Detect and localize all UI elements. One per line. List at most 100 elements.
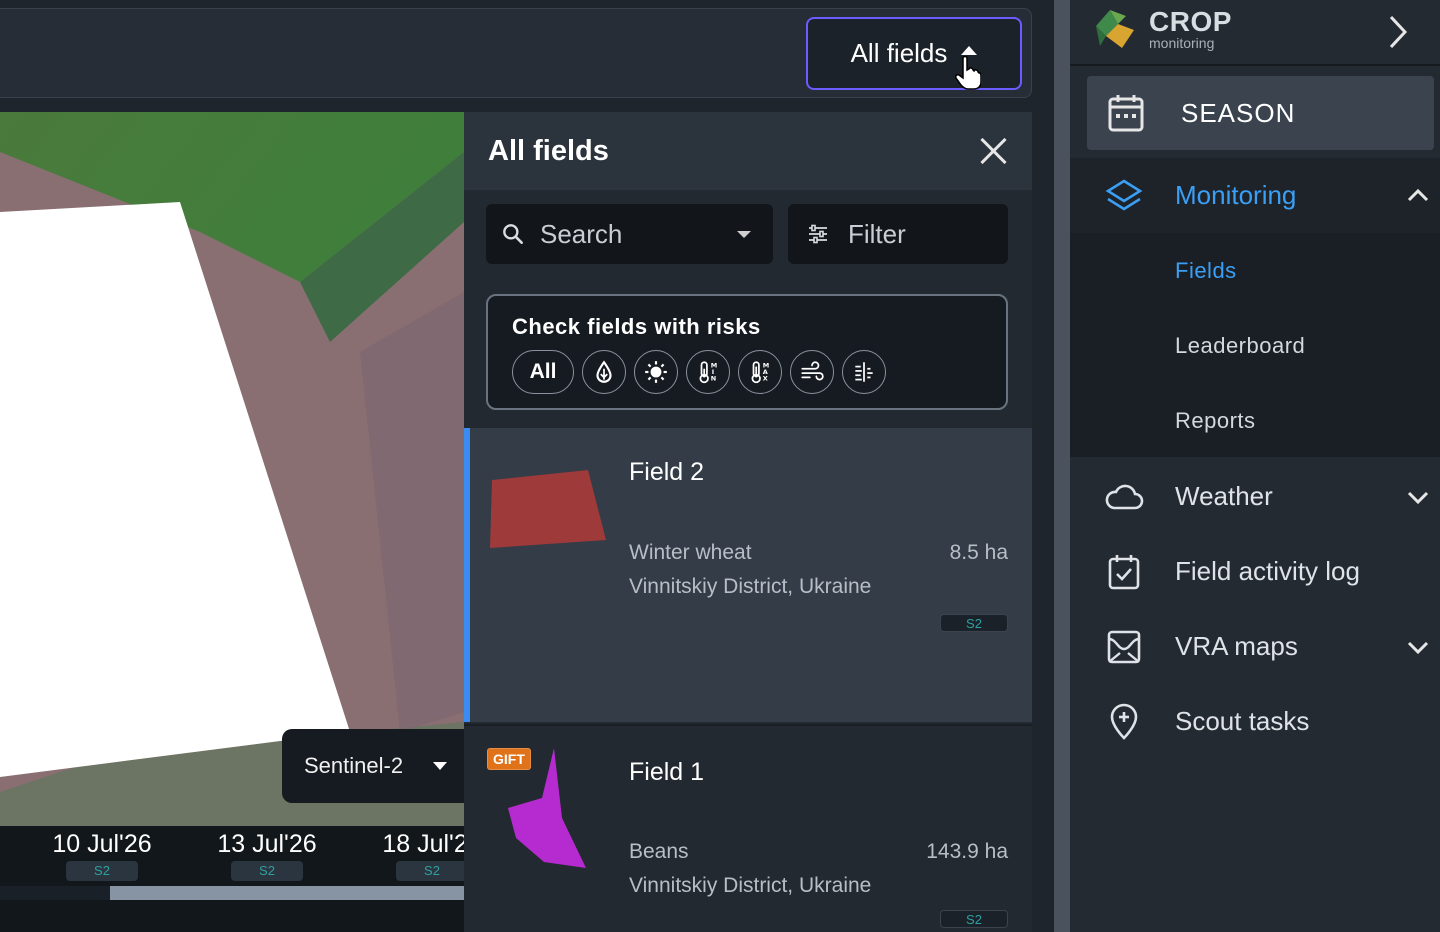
nav-item-label: Monitoring <box>1175 180 1297 210</box>
search-filter-row: Search Filter <box>486 204 1008 264</box>
timeline-source-badge: S2 <box>66 861 138 881</box>
panel-gap <box>1032 0 1054 932</box>
cloud-icon <box>1104 477 1144 517</box>
map-imagery <box>0 112 464 932</box>
risk-chip-row: All MIN MAX <box>512 350 886 394</box>
nav-item-weather[interactable]: Weather <box>1070 459 1440 534</box>
season-label: SEASON <box>1181 97 1296 128</box>
map-icon <box>1104 627 1144 667</box>
nav-item-monitoring[interactable]: Monitoring <box>1070 158 1440 233</box>
field-name: Field 1 <box>629 758 705 786</box>
nav-item-label: VRA maps <box>1175 631 1298 661</box>
gift-badge: GIFT <box>487 748 531 770</box>
caret-down-icon[interactable] <box>737 231 751 238</box>
filter-button[interactable]: Filter <box>788 204 1008 264</box>
satellite-map[interactable] <box>0 112 464 932</box>
image-timeline[interactable]: 10 Jul'26 S2 13 Jul'26 S2 18 Jul'26 S2 <box>0 826 464 932</box>
field-name: Field 2 <box>629 458 705 486</box>
all-fields-toggle-label: All fields <box>850 38 948 68</box>
logo-row: CROP monitoring <box>1070 0 1440 66</box>
logo-subtitle: monitoring <box>1149 35 1215 51</box>
sidebar: CROP monitoring SEASON Monitoring Fields… <box>1070 0 1440 932</box>
risk-box-title: Check fields with risks <box>512 314 761 339</box>
layers-icon <box>1104 176 1144 216</box>
svg-text:X: X <box>763 375 768 383</box>
field-shape <box>490 470 606 548</box>
map-pin-plus-icon <box>1104 702 1144 742</box>
risk-chip-heat[interactable] <box>634 350 678 394</box>
timeline-scrollbar-thumb[interactable] <box>110 886 464 900</box>
field-card[interactable]: Field 2 Winter wheat 8.5 ha Vinnitskiy D… <box>464 428 1032 722</box>
timeline-item[interactable]: 10 Jul'26 S2 <box>32 830 172 881</box>
search-placeholder: Search <box>540 218 623 249</box>
chevron-up-icon <box>1407 188 1429 202</box>
precipitation-icon <box>855 362 873 382</box>
field-crop: Beans <box>629 840 689 863</box>
sidebar-item-leaderboard[interactable]: Leaderboard <box>1175 333 1305 359</box>
chevron-right-icon[interactable] <box>1388 14 1408 50</box>
risk-filter-box: Check fields with risks All MIN MAX <box>486 294 1008 410</box>
satellite-source-dropdown[interactable]: Sentinel-2 <box>282 729 472 803</box>
sliders-icon <box>809 224 827 244</box>
season-selector[interactable]: SEASON <box>1087 76 1434 150</box>
field-area: 143.9 ha <box>926 840 1008 863</box>
nav-item-label: Weather <box>1175 481 1273 511</box>
field-location: Vinnitskiy District, Ukraine <box>629 874 872 897</box>
field-area: 8.5 ha <box>949 541 1008 564</box>
timeline-date: 13 Jul'26 <box>217 830 317 858</box>
risk-chip-all-label: All <box>529 360 557 383</box>
timeline-date: 10 Jul'26 <box>52 830 152 858</box>
monitoring-submenu: Fields Leaderboard Reports <box>1070 233 1440 457</box>
chevron-down-icon <box>1407 491 1429 505</box>
chevron-down-icon <box>1407 641 1429 655</box>
filter-label: Filter <box>848 218 906 249</box>
heat-icon <box>645 361 667 383</box>
risk-chip-precipitation[interactable] <box>842 350 886 394</box>
sidebar-item-reports[interactable]: Reports <box>1175 408 1256 434</box>
app-root: All fields Sentinel-2 10 Jul'26 S2 13 Ju… <box>0 0 1440 932</box>
field-location: Vinnitskiy District, Ukraine <box>629 575 872 598</box>
field-crop: Winter wheat <box>629 541 752 564</box>
all-fields-panel: All fields Search Filter Check fields wi… <box>464 112 1032 932</box>
sidebar-resize-handle[interactable] <box>1054 0 1070 932</box>
field-shape-thumbnail <box>490 470 606 548</box>
search-icon <box>503 224 523 244</box>
calendar-check-icon <box>1104 552 1144 592</box>
caret-down-icon <box>433 762 448 770</box>
field-source-badge: S2 <box>940 910 1008 928</box>
crop-monitoring-logo <box>1096 10 1134 48</box>
timeline-item[interactable]: 18 Jul'26 S2 <box>362 830 464 881</box>
risk-chip-all[interactable]: All <box>512 350 574 394</box>
close-icon[interactable] <box>978 136 1008 166</box>
search-input[interactable]: Search <box>486 204 773 264</box>
timeline-source-badge: S2 <box>231 861 303 881</box>
risk-chip-wind[interactable] <box>790 350 834 394</box>
all-fields-toggle-button[interactable]: All fields <box>806 17 1022 90</box>
risk-chip-min-temperature[interactable]: MIN <box>686 350 730 394</box>
nav-item-field-activity-log[interactable]: Field activity log <box>1070 534 1440 609</box>
drought-icon <box>596 360 612 383</box>
risk-chip-max-temperature[interactable]: MAX <box>738 350 782 394</box>
timeline-source-badge: S2 <box>396 861 464 881</box>
wind-icon <box>801 361 824 381</box>
max-temperature-icon: MAX <box>751 361 769 384</box>
timeline-item[interactable]: 13 Jul'26 S2 <box>197 830 337 881</box>
risk-chip-drought[interactable] <box>582 350 626 394</box>
nav-item-vra-maps[interactable]: VRA maps <box>1070 609 1440 684</box>
caret-up-icon <box>961 46 978 55</box>
min-temperature-icon: MIN <box>699 361 717 384</box>
timeline-date: 18 Jul'26 <box>382 830 464 858</box>
calendar-icon <box>1108 95 1144 132</box>
nav-item-label: Scout tasks <box>1175 706 1310 736</box>
logo-title: CROP <box>1149 6 1232 37</box>
nav-item-scout-tasks[interactable]: Scout tasks <box>1070 684 1440 759</box>
nav-item-label: Field activity log <box>1175 556 1360 586</box>
panel-title: All fields <box>488 134 609 167</box>
field-card[interactable]: GIFT Field 1 Beans 143.9 ha Vinnitskiy D… <box>464 724 1032 932</box>
hand-cursor-icon <box>955 56 981 90</box>
sidebar-item-fields[interactable]: Fields <box>1175 258 1237 284</box>
svg-text:N: N <box>711 375 716 383</box>
field-source-badge: S2 <box>940 614 1008 632</box>
panel-header: All fields <box>464 112 1032 190</box>
satellite-source-label: Sentinel-2 <box>304 753 404 778</box>
